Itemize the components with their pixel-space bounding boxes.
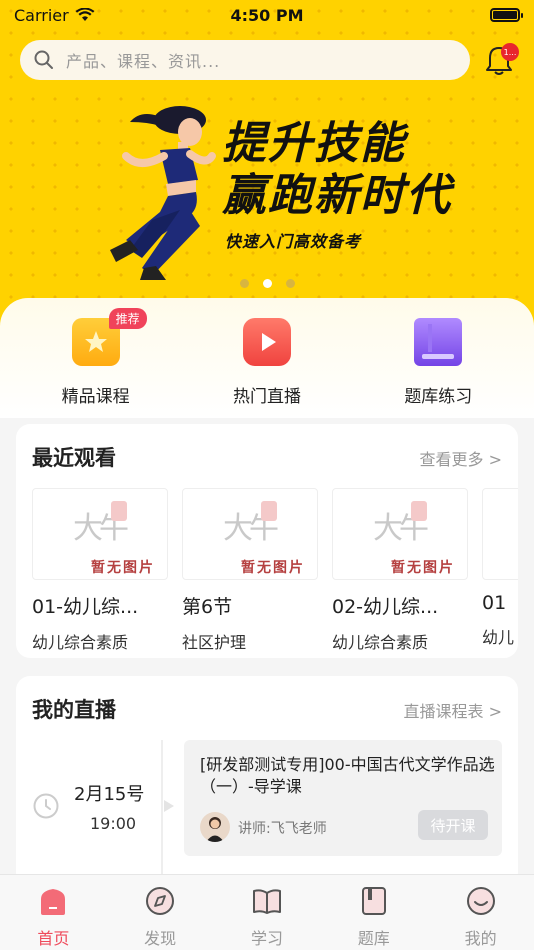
- recommend-tag: 推荐: [108, 308, 147, 329]
- my-live-card: 我的直播 直播课程表 > 2月15号 19:00 [研发部测试专用]00-中国古…: [16, 676, 518, 886]
- timeline-divider: [161, 740, 163, 886]
- timeline-arrow-icon: [164, 800, 174, 812]
- seal-mark: [111, 501, 127, 521]
- course-thumbnail: [482, 488, 518, 580]
- quick-item-question-bank[interactable]: 题库练习: [363, 298, 513, 418]
- quick-item-featured-course[interactable]: 推荐 精品课程: [21, 298, 171, 418]
- status-bar: Carrier 4:50 PM: [0, 0, 534, 30]
- quick-menu: 推荐 精品课程 热门直播 题库练习: [0, 298, 534, 418]
- carrier-label: Carrier: [14, 5, 69, 25]
- tab-study[interactable]: 学习: [214, 875, 320, 950]
- banner-subline: 快速入门高效备考: [225, 232, 362, 251]
- live-date-block: 2月15号 19:00: [32, 744, 162, 884]
- course-thumbnail: 大牛 暂无图片: [182, 488, 318, 580]
- search-placeholder: 产品、课程、资讯...: [66, 52, 221, 71]
- pending-start-button[interactable]: 待开课: [418, 810, 488, 840]
- tab-question-bank[interactable]: 题库: [321, 875, 427, 950]
- tab-label: 首页: [37, 929, 70, 948]
- book-icon: [414, 318, 463, 366]
- no-image-label: 暂无图片: [241, 560, 305, 576]
- question-bank-icon: [361, 887, 386, 915]
- section-title: 我的直播: [32, 698, 116, 722]
- section-title: 最近观看: [32, 446, 116, 470]
- recent-item[interactable]: 大牛 暂无图片 第6节 社区护理: [182, 488, 318, 653]
- search-bar[interactable]: 产品、课程、资讯...: [20, 40, 470, 80]
- clock-icon: [33, 793, 59, 819]
- home-icon: [41, 889, 66, 915]
- quick-item-hot-live[interactable]: 热门直播: [192, 298, 342, 418]
- recent-item-subtitle: 幼儿: [482, 628, 515, 647]
- runner-illustration: [110, 106, 216, 280]
- search-icon: [34, 50, 53, 69]
- quick-item-label: 精品课程: [61, 387, 130, 407]
- tab-discover[interactable]: 发现: [107, 875, 213, 950]
- recent-item-subtitle: 社区护理: [182, 633, 247, 652]
- recent-item[interactable]: 01 幼儿: [482, 488, 518, 653]
- notification-badge: 1...: [501, 43, 519, 61]
- live-course-item[interactable]: [研发部测试专用]00-中国古代文学作品选（一）-导学课 讲师:飞飞老师 待开课: [184, 740, 502, 856]
- battery-icon: [490, 8, 523, 22]
- tab-label: 我的: [464, 929, 497, 948]
- banner-headline-line1: 提升技能: [222, 118, 406, 169]
- pagination-dot[interactable]: [285, 279, 295, 288]
- tab-profile[interactable]: 我的: [428, 875, 534, 950]
- live-time: 19:00: [90, 814, 137, 833]
- banner-headline-line2: 赢跑新时代: [222, 170, 452, 221]
- recent-item-title: 01-幼儿综...: [32, 596, 139, 618]
- play-live-icon: [242, 318, 291, 366]
- quick-item-label: 热门直播: [232, 387, 301, 407]
- view-more-link[interactable]: 查看更多 >: [420, 446, 503, 470]
- seal-mark: [261, 501, 277, 521]
- recent-item-subtitle: 幼儿综合素质: [32, 633, 129, 652]
- recent-item-title: 02-幼儿综...: [332, 596, 439, 618]
- tab-label: 发现: [144, 929, 177, 948]
- discover-icon: [146, 887, 175, 915]
- lecturer-name: 讲师:飞飞老师: [238, 821, 327, 837]
- avatar: [200, 812, 230, 842]
- tab-bar: 首页 发现 学习 题库 我的: [0, 874, 534, 950]
- tab-home[interactable]: 首页: [0, 875, 106, 950]
- tab-label: 学习: [250, 929, 283, 948]
- live-schedule-link[interactable]: 直播课程表 >: [404, 698, 503, 722]
- quick-item-label: 题库练习: [404, 387, 473, 407]
- recent-item-title: 01: [482, 592, 507, 614]
- recent-item[interactable]: 大牛 暂无图片 01-幼儿综... 幼儿综合素质: [32, 488, 168, 653]
- no-image-label: 暂无图片: [391, 560, 455, 576]
- course-thumbnail: 大牛 暂无图片: [332, 488, 468, 580]
- pagination-dot[interactable]: [239, 279, 249, 288]
- pagination-dot-active[interactable]: [262, 279, 272, 288]
- no-image-label: 暂无图片: [91, 560, 155, 576]
- profile-icon: [466, 887, 495, 915]
- recent-item[interactable]: 大牛 暂无图片 02-幼儿综... 幼儿综合素质: [332, 488, 468, 653]
- clock: 4:50 PM: [230, 5, 304, 25]
- recent-watch-card: 最近观看 查看更多 > 大牛 暂无图片 01-幼儿综... 幼儿综合素质 大牛 …: [16, 424, 518, 658]
- seal-mark: [411, 501, 427, 521]
- recent-item-subtitle: 幼儿综合素质: [332, 633, 429, 652]
- study-book-icon: [252, 889, 281, 914]
- banner-pagination: [0, 279, 534, 288]
- live-course-title: [研发部测试专用]00-中国古代文学作品选（一）-导学课: [200, 755, 495, 796]
- tab-label: 题库: [357, 929, 390, 948]
- recent-item-title: 第6节: [182, 596, 233, 618]
- wifi-icon: [75, 8, 95, 21]
- recent-list: 大牛 暂无图片 01-幼儿综... 幼儿综合素质 大牛 暂无图片 第6节 社区护…: [32, 488, 518, 653]
- live-date: 2月15号: [74, 784, 145, 805]
- course-thumbnail: 大牛 暂无图片: [32, 488, 168, 580]
- banner-headline: 提升技能 赢跑新时代: [222, 118, 452, 222]
